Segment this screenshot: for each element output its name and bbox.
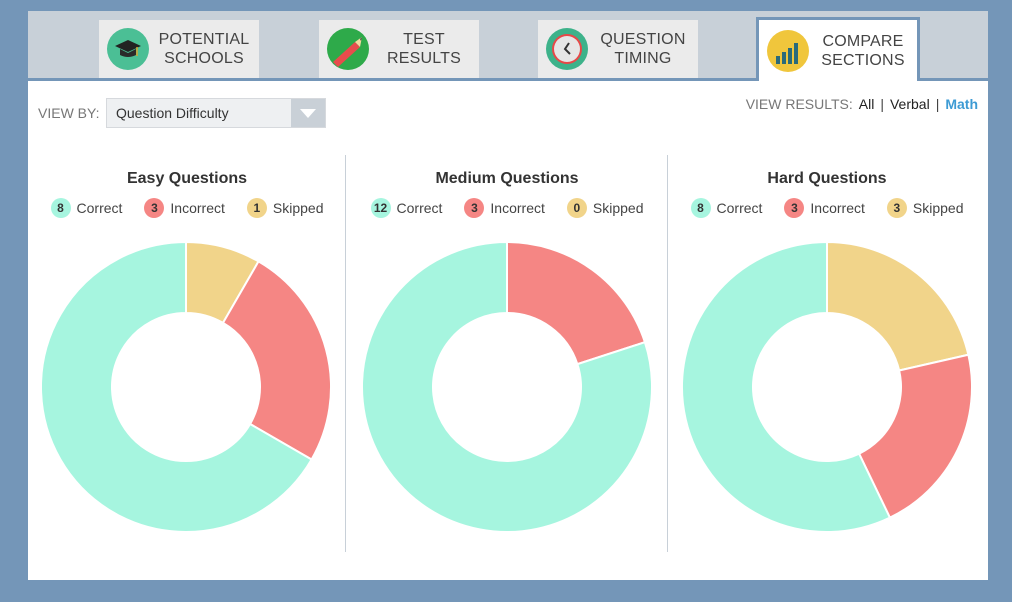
legend-item-skipped: 1 Skipped [246, 198, 324, 218]
slice-incorrect[interactable] [506, 240, 647, 366]
legend-item-skipped: 0 Skipped [566, 198, 644, 218]
tab-label: COMPARE SECTIONS [821, 32, 905, 69]
legend-label: Correct [396, 200, 443, 216]
view-by-value: Question Difficulty [116, 105, 229, 121]
legend-label: Incorrect [170, 200, 225, 216]
legend-label: Correct [716, 200, 763, 216]
view-by-label: VIEW BY: [38, 105, 100, 121]
clock-icon [546, 28, 588, 70]
legend-label: Skipped [272, 200, 324, 216]
count-badge: 3 [886, 198, 907, 218]
graduation-cap-icon [107, 28, 149, 70]
bar-chart-icon [767, 29, 809, 72]
tab-potential-schools[interactable]: POTENTIAL SCHOOLS [99, 20, 259, 78]
legend-item-incorrect: 3 Incorrect [464, 198, 545, 218]
count-badge: 3 [784, 198, 805, 218]
legend-item-correct: 8 Correct [690, 198, 763, 218]
chart-legend: 8 Correct 3 Incorrect 3 Skipped [667, 198, 987, 218]
count-badge: 1 [246, 198, 267, 218]
donut-chart [361, 240, 653, 533]
legend-item-incorrect: 3 Incorrect [784, 198, 865, 218]
legend-label: Correct [76, 200, 123, 216]
chart-title: Medium Questions [435, 170, 579, 187]
count-badge: 3 [144, 198, 165, 218]
chart-easy: Easy Questions 8 Correct 3 Incorrect 1 Skipped [27, 170, 347, 218]
tab-label: POTENTIAL SCHOOLS [158, 31, 250, 67]
filter-verbal[interactable]: Verbal [890, 96, 930, 112]
legend-label: Skipped [912, 200, 964, 216]
donut-chart [40, 240, 332, 533]
legend-item-skipped: 3 Skipped [886, 198, 964, 218]
count-badge: 0 [566, 198, 587, 218]
filter-all[interactable]: All [859, 96, 875, 112]
chart-title: Easy Questions [126, 170, 248, 187]
slice-skipped[interactable] [826, 240, 970, 372]
legend-item-incorrect: 3 Incorrect [144, 198, 225, 218]
view-by-select[interactable]: Question Difficulty [106, 98, 326, 128]
legend-label: Incorrect [490, 200, 545, 216]
legend-item-correct: 8 Correct [50, 198, 123, 218]
chart-medium: Medium Questions 12 Correct 3 Incorrect 0 Skip… [347, 170, 667, 218]
chart-hard: Hard Questions 8 Correct 3 Incorrect 3 Skipped [667, 170, 987, 218]
tab-label: QUESTION TIMING [600, 31, 686, 67]
legend-item-correct: 12 Correct [370, 198, 443, 218]
tab-question-timing[interactable]: QUESTION TIMING [538, 20, 698, 78]
chart-title: Hard Questions [767, 170, 887, 187]
tab-test-results[interactable]: TEST RESULTS [319, 20, 479, 78]
chevron-down-icon[interactable] [291, 99, 325, 127]
donut-chart [681, 240, 973, 533]
legend-label: Skipped [592, 200, 644, 216]
chart-legend: 8 Correct 3 Incorrect 1 Skipped [27, 198, 347, 218]
count-badge: 12 [370, 198, 391, 218]
chart-legend: 12 Correct 3 Incorrect 0 Skipped [347, 198, 667, 218]
filter-math[interactable]: Math [945, 96, 978, 112]
legend-label: Incorrect [810, 200, 865, 216]
separator: | [880, 96, 884, 112]
tab-compare-sections[interactable]: COMPARE SECTIONS [756, 17, 920, 81]
count-badge: 8 [690, 198, 711, 218]
separator: | [935, 96, 940, 112]
count-badge: 8 [50, 198, 71, 218]
view-results: VIEW RESULTS: All | Verbal | Math [740, 96, 978, 112]
pencil-icon [327, 28, 369, 70]
tab-label: TEST RESULTS [386, 31, 461, 67]
view-results-label: VIEW RESULTS: [745, 96, 853, 112]
count-badge: 3 [464, 198, 485, 218]
